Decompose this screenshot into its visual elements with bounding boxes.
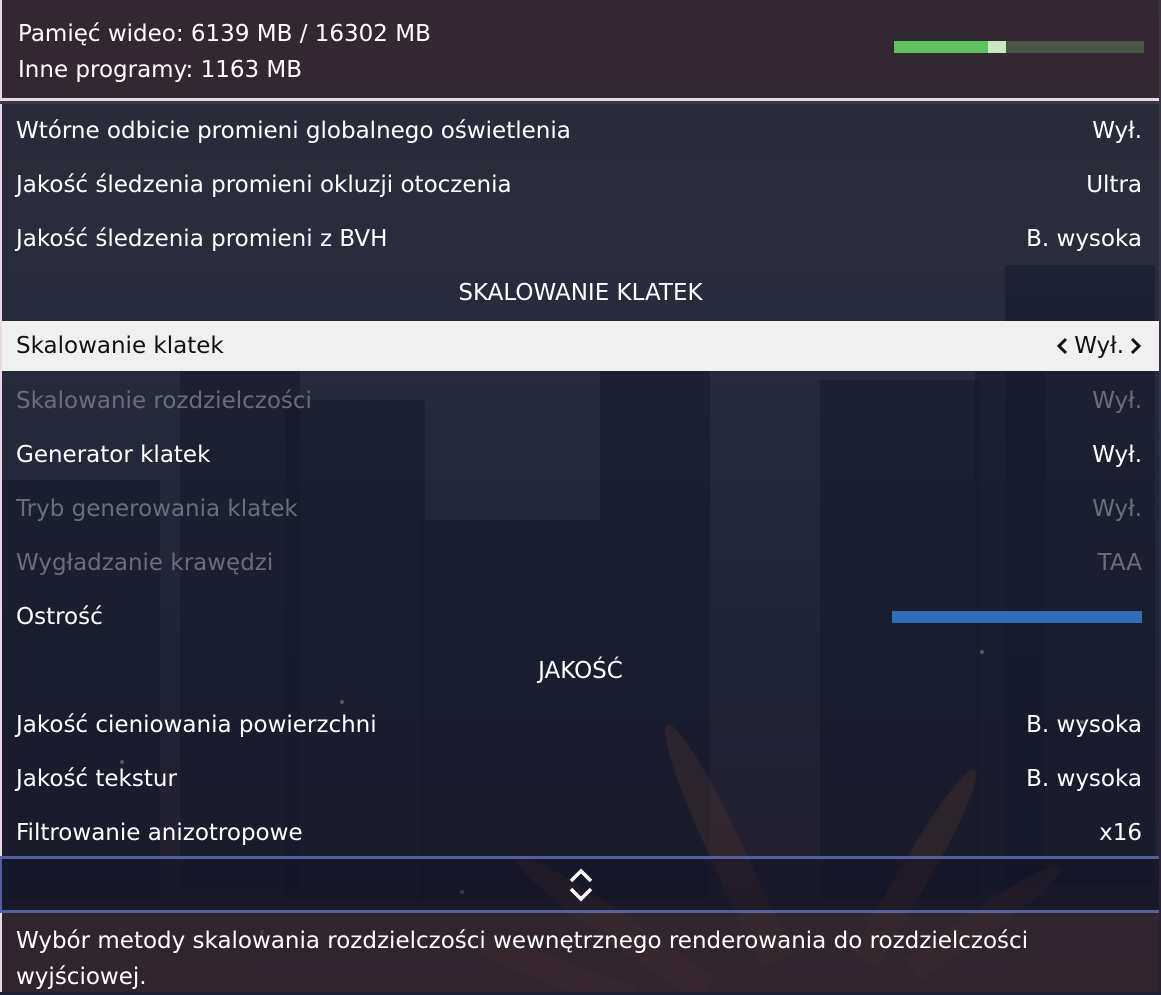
setting-label: Jakość tekstur	[16, 766, 177, 792]
setting-row-rt-bvh-quality[interactable]: Jakość śledzenia promieni z BVH B. wysok…	[2, 214, 1159, 264]
video-memory-used-fill	[894, 41, 989, 53]
setting-row-anisotropic-filtering[interactable]: Filtrowanie anizotropowe x16	[2, 808, 1159, 858]
setting-label: Ostrość	[16, 604, 103, 630]
chevron-right-icon[interactable]	[1130, 337, 1142, 355]
setting-value: Wył.	[1092, 442, 1142, 468]
other-programs-label: Inne programy: 1163 MB	[18, 57, 303, 83]
setting-label: Generator klatek	[16, 442, 211, 468]
setting-row-anti-aliasing: Wygładzanie krawędzi TAA	[2, 538, 1159, 588]
setting-value: Ultra	[1086, 172, 1142, 198]
setting-label: Skalowanie klatek	[16, 333, 224, 359]
setting-value: Wył.	[1092, 118, 1142, 144]
section-header-quality: JAKOŚĆ	[538, 658, 623, 684]
setting-row-texture-quality[interactable]: Jakość tekstur B. wysoka	[2, 754, 1159, 804]
scroll-up-down-icon[interactable]	[567, 868, 595, 902]
setting-row-gi-secondary-bounce[interactable]: Wtórne odbicie promieni globalnego oświe…	[2, 106, 1159, 156]
setting-description: Wybór metody skalowania rozdzielczości w…	[16, 928, 1029, 990]
scroll-indicator[interactable]	[0, 859, 1159, 910]
setting-row-rt-ao-quality[interactable]: Jakość śledzenia promieni okluzji otocze…	[2, 160, 1159, 210]
setting-label: Jakość śledzenia promieni z BVH	[16, 226, 388, 252]
graphics-settings-panel: Pamięć wideo: 6139 MB / 16302 MB Inne pr…	[0, 0, 1161, 992]
setting-label: Filtrowanie anizotropowe	[16, 820, 303, 846]
setting-value: Wył.	[1092, 388, 1142, 414]
setting-value: TAA	[1097, 550, 1142, 576]
setting-row-frame-generation-mode: Tryb generowania klatek Wył.	[2, 484, 1159, 534]
sharpness-slider[interactable]	[892, 611, 1142, 623]
setting-value: Wył.	[1092, 496, 1142, 522]
setting-row-sharpness[interactable]: Ostrość	[2, 592, 1159, 642]
setting-row-resolution-scaling: Skalowanie rozdzielczości Wył.	[2, 376, 1159, 426]
setting-label: Wygładzanie krawędzi	[16, 550, 274, 576]
setting-label: Wtórne odbicie promieni globalnego oświe…	[16, 118, 571, 144]
settings-list: Wtórne odbicie promieni globalnego oświe…	[0, 104, 1159, 857]
setting-value: x16	[1099, 820, 1142, 846]
chevron-left-icon[interactable]	[1056, 337, 1068, 355]
setting-row-shading-quality[interactable]: Jakość cieniowania powierzchni B. wysoka	[2, 700, 1159, 750]
description-box: Wybór metody skalowania rozdzielczości w…	[0, 913, 1159, 992]
setting-label: Jakość śledzenia promieni okluzji otocze…	[16, 172, 512, 198]
setting-label: Tryb generowania klatek	[16, 496, 298, 522]
video-memory-box: Pamięć wideo: 6139 MB / 16302 MB Inne pr…	[0, 0, 1159, 101]
setting-label: Jakość cieniowania powierzchni	[16, 712, 377, 738]
setting-value: Wył.	[1074, 333, 1124, 359]
video-memory-label: Pamięć wideo: 6139 MB / 16302 MB	[18, 21, 431, 47]
setting-value: B. wysoka	[1026, 766, 1142, 792]
setting-row-frame-upscaling[interactable]: Skalowanie klatek Wył.	[2, 321, 1159, 371]
setting-value-selector: Wył.	[1056, 333, 1142, 359]
video-memory-bar	[894, 41, 1144, 53]
setting-value: B. wysoka	[1026, 712, 1142, 738]
setting-row-frame-generator[interactable]: Generator klatek Wył.	[2, 430, 1159, 480]
section-header-upscaling: SKALOWANIE KLATEK	[458, 280, 703, 306]
other-programs-fill	[988, 41, 1006, 53]
setting-value: B. wysoka	[1026, 226, 1142, 252]
setting-label: Skalowanie rozdzielczości	[16, 388, 312, 414]
